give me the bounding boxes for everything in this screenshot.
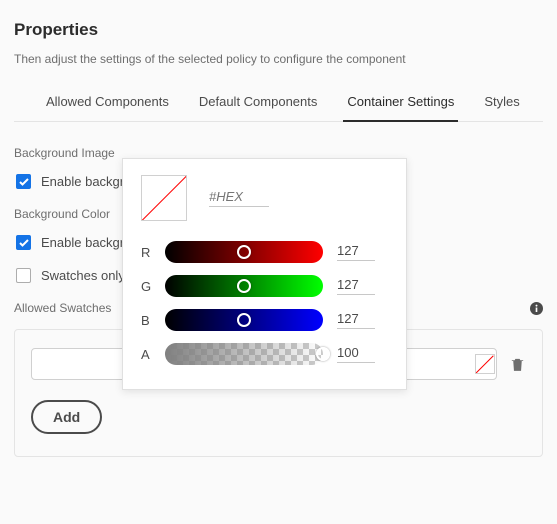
tab-styles[interactable]: Styles bbox=[482, 94, 521, 121]
hex-input[interactable] bbox=[209, 189, 269, 207]
a-label: A bbox=[141, 347, 151, 362]
r-label: R bbox=[141, 245, 151, 260]
info-icon[interactable] bbox=[530, 302, 543, 315]
b-slider[interactable] bbox=[165, 309, 323, 331]
page-title: Properties bbox=[14, 20, 543, 40]
r-value-input[interactable] bbox=[337, 243, 375, 261]
slider-thumb[interactable] bbox=[237, 279, 251, 293]
slider-thumb[interactable] bbox=[237, 245, 251, 259]
page-subtitle: Then adjust the settings of the selected… bbox=[14, 52, 543, 66]
g-value-input[interactable] bbox=[337, 277, 375, 295]
enable-background-color-checkbox[interactable] bbox=[16, 235, 31, 250]
tab-allowed-components[interactable]: Allowed Components bbox=[44, 94, 171, 121]
tab-default-components[interactable]: Default Components bbox=[197, 94, 320, 121]
b-label: B bbox=[141, 313, 151, 328]
g-slider[interactable] bbox=[165, 275, 323, 297]
a-slider[interactable] bbox=[165, 343, 323, 365]
slider-thumb[interactable] bbox=[316, 347, 330, 361]
check-icon bbox=[19, 178, 29, 186]
b-value-input[interactable] bbox=[337, 311, 375, 329]
tabs: Allowed Components Default Components Co… bbox=[14, 94, 543, 122]
swatch-preview[interactable] bbox=[475, 354, 495, 374]
allowed-swatches-text: Allowed Swatches bbox=[14, 301, 111, 315]
swatches-only-checkbox[interactable] bbox=[16, 268, 31, 283]
tab-container-settings[interactable]: Container Settings bbox=[345, 94, 456, 121]
swatches-only-label: Swatches only bbox=[41, 268, 125, 283]
a-value-input[interactable] bbox=[337, 345, 375, 363]
slider-thumb[interactable] bbox=[237, 313, 251, 327]
r-slider[interactable] bbox=[165, 241, 323, 263]
add-swatch-button[interactable]: Add bbox=[31, 400, 102, 434]
delete-swatch-button[interactable] bbox=[509, 356, 526, 373]
check-icon bbox=[19, 239, 29, 247]
enable-background-image-checkbox[interactable] bbox=[16, 174, 31, 189]
g-label: G bbox=[141, 279, 151, 294]
trash-icon bbox=[509, 356, 526, 373]
color-preview-swatch bbox=[141, 175, 187, 221]
color-picker: R G B A bbox=[122, 158, 407, 390]
